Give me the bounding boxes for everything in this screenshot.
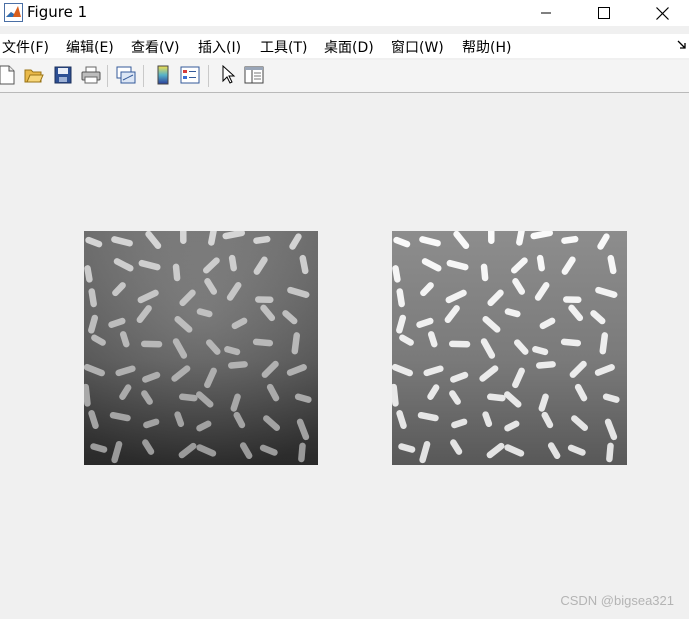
property-inspector-button[interactable]: [243, 64, 265, 86]
close-icon: [655, 6, 669, 20]
new-figure-icon: [0, 65, 15, 85]
rice-grain: [448, 340, 471, 348]
menu-bar: 文件(F) 编辑(E) 查看(V) 插入(I) 工具(T) 桌面(D) 窗口(W…: [0, 34, 689, 58]
link-plot-icon: [116, 66, 136, 84]
title-bar: Figure 1: [0, 0, 689, 26]
legend-button[interactable]: [179, 64, 201, 86]
open-file-icon: [24, 69, 44, 83]
window-title: Figure 1: [27, 3, 88, 21]
select-pointer-icon: [222, 65, 236, 84]
minimize-icon: [541, 12, 551, 14]
toolbar-separator: [143, 65, 144, 87]
rice-grain: [487, 231, 495, 244]
menu-file[interactable]: 文件(F): [2, 37, 49, 57]
close-button[interactable]: [632, 0, 689, 26]
rice-grain: [179, 231, 187, 244]
enhanced-rice-image[interactable]: [392, 231, 627, 465]
menu-insert[interactable]: 插入(I): [198, 37, 241, 57]
toolbar-separator: [208, 65, 209, 87]
print-button[interactable]: [80, 64, 102, 86]
menu-tools[interactable]: 工具(T): [260, 37, 307, 57]
dock-arrow-icon[interactable]: [677, 40, 687, 50]
toolbar: [0, 60, 689, 93]
original-rice-image[interactable]: [84, 231, 318, 465]
figure-window: Figure 1 文件(F) 编辑(E) 查看(V) 插入(I) 工具(T) 桌…: [0, 0, 689, 619]
rice-grain: [563, 296, 582, 304]
link-plot-button[interactable]: [115, 64, 137, 86]
menu-edit[interactable]: 编辑(E): [66, 37, 114, 57]
save-button[interactable]: [52, 64, 74, 86]
rice-grain: [140, 340, 163, 348]
property-inspector-icon: [244, 66, 264, 84]
watermark: CSDN @bigsea321: [560, 593, 674, 608]
matlab-logo-icon: [4, 3, 23, 22]
open-file-button[interactable]: [23, 64, 45, 86]
menu-window[interactable]: 窗口(W): [391, 37, 444, 57]
maximize-button[interactable]: [574, 0, 634, 26]
menu-view[interactable]: 查看(V): [131, 37, 180, 57]
menu-help[interactable]: 帮助(H): [462, 37, 511, 57]
menu-desktop[interactable]: 桌面(D): [324, 37, 374, 57]
legend-icon: [180, 66, 200, 84]
select-pointer-button[interactable]: [217, 64, 239, 86]
new-figure-button[interactable]: [0, 64, 18, 86]
maximize-icon: [598, 7, 610, 19]
rice-grain: [255, 296, 274, 304]
toolbar-separator: [107, 65, 108, 87]
print-icon: [81, 66, 101, 84]
minimize-button[interactable]: [516, 0, 576, 26]
colorbar-button[interactable]: [152, 64, 174, 86]
save-icon: [54, 66, 72, 84]
colorbar-icon: [157, 65, 169, 85]
